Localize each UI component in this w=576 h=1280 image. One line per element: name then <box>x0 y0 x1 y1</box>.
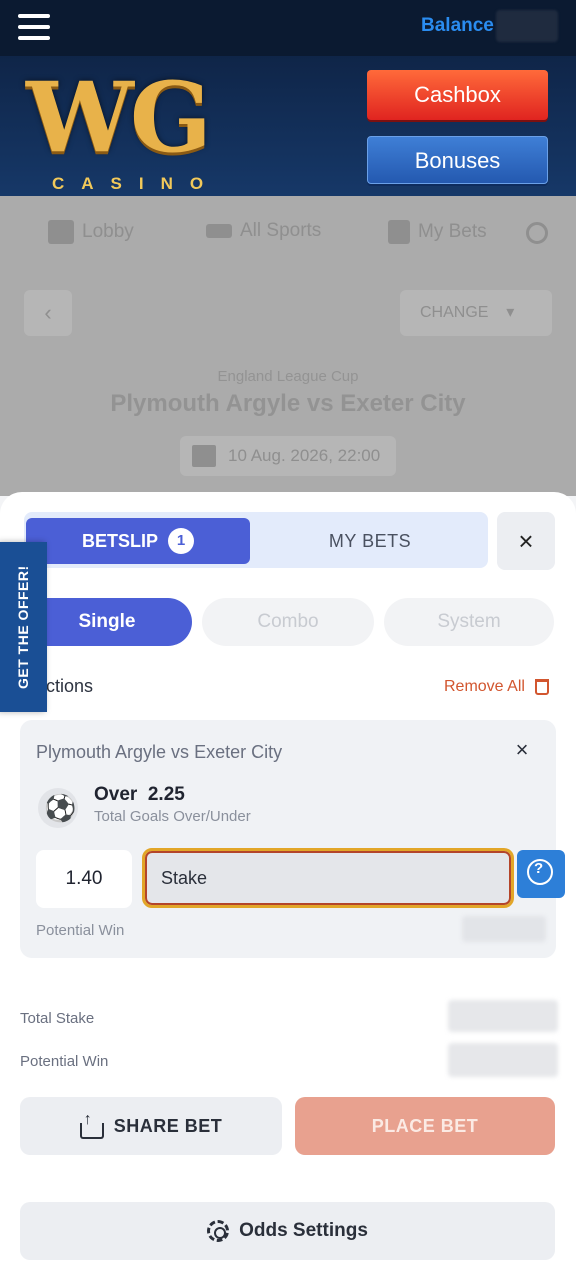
potential-win-value <box>462 916 546 942</box>
search-icon <box>526 222 548 244</box>
odds-value: 1.40 <box>36 850 132 908</box>
match-title: Plymouth Argyle vs Exeter City <box>110 390 466 417</box>
league-name: England League Cup <box>217 368 359 385</box>
mode-single[interactable]: Single <box>22 598 192 646</box>
nav-my-bets-label: My Bets <box>418 221 487 242</box>
nav-lobby-label: Lobby <box>82 221 134 242</box>
match-date-text: 10 Aug. 2026, 22:00 <box>228 446 381 465</box>
top-bar: Balance <box>0 0 576 56</box>
share-bet-label: SHARE BET <box>113 1115 223 1136</box>
total-potential-win-value <box>448 1043 558 1077</box>
nav-all-sports: All Sports <box>206 220 321 242</box>
stake-input[interactable] <box>142 848 514 908</box>
list-icon <box>206 224 232 238</box>
nav-my-bets: My Bets <box>388 220 487 244</box>
total-stake-label: Total Stake <box>20 1010 95 1027</box>
soccer-ball-icon <box>38 788 78 828</box>
potential-win-label: Potential Win <box>36 922 125 939</box>
remove-all-button[interactable]: Remove All <box>444 678 549 696</box>
mode-system[interactable]: System <box>384 598 554 646</box>
chat-help-icon[interactable] <box>517 850 565 898</box>
share-bet-button[interactable]: SHARE BET <box>20 1097 282 1155</box>
logo-letters: WG <box>26 61 212 174</box>
trash-icon <box>534 679 549 695</box>
logo[interactable]: WG CASINO <box>26 61 240 194</box>
selection-market: Total Goals Over/Under <box>94 808 251 825</box>
background-page: Lobby All Sports My Bets ‹ CHANGE ▾ Engl… <box>0 196 576 496</box>
mode-combo[interactable]: Combo <box>202 598 374 646</box>
get-offer-tab[interactable]: GET THE OFFER! <box>0 542 47 712</box>
calendar-icon <box>192 445 216 467</box>
close-icon[interactable]: × <box>497 512 555 570</box>
selection-match: Plymouth Argyle vs Exeter City <box>36 742 283 762</box>
gear-icon <box>207 1220 230 1242</box>
total-stake-value <box>448 1000 558 1032</box>
betslip-tabs: BETSLIP 1 MY BETS <box>24 512 488 568</box>
odds-settings-label: Odds Settings <box>239 1220 368 1241</box>
balance-label: Balance <box>421 15 494 36</box>
hamburger-icon[interactable] <box>18 14 50 42</box>
share-icon <box>79 1111 104 1139</box>
place-bet-button[interactable]: PLACE BET <box>295 1097 555 1155</box>
selection-outcome: Over 2.25 <box>94 784 185 805</box>
bonuses-button[interactable]: Bonuses <box>367 136 548 184</box>
balance-value <box>496 10 558 42</box>
match-date: 10 Aug. 2026, 22:00 <box>180 436 396 476</box>
nav-all-sports-label: All Sports <box>240 220 322 241</box>
change-label: CHANGE <box>420 304 489 321</box>
back-button: ‹ <box>24 290 72 336</box>
total-potential-win-label: Potential Win <box>20 1053 109 1070</box>
betslip-count-badge: 1 <box>168 528 194 554</box>
selection-card: Plymouth Argyle vs Exeter City × Over 2.… <box>20 720 556 958</box>
change-button: CHANGE ▾ <box>400 290 552 336</box>
odds-settings-button[interactable]: Odds Settings <box>20 1202 555 1260</box>
remove-all-label: Remove All <box>444 678 525 695</box>
cashbox-button[interactable]: Cashbox <box>367 70 548 120</box>
nav-lobby: Lobby <box>48 220 134 244</box>
tab-betslip[interactable]: BETSLIP 1 <box>26 518 250 564</box>
betslip-panel: BETSLIP 1 MY BETS × Single Combo System … <box>0 492 576 1280</box>
remove-selection-icon[interactable]: × <box>510 738 534 762</box>
logo-subtitle: CASINO <box>52 174 221 193</box>
clipboard-icon <box>388 220 410 244</box>
tab-betslip-label: BETSLIP <box>81 530 158 551</box>
home-icon <box>48 220 74 244</box>
tab-my-bets[interactable]: MY BETS <box>256 518 484 564</box>
